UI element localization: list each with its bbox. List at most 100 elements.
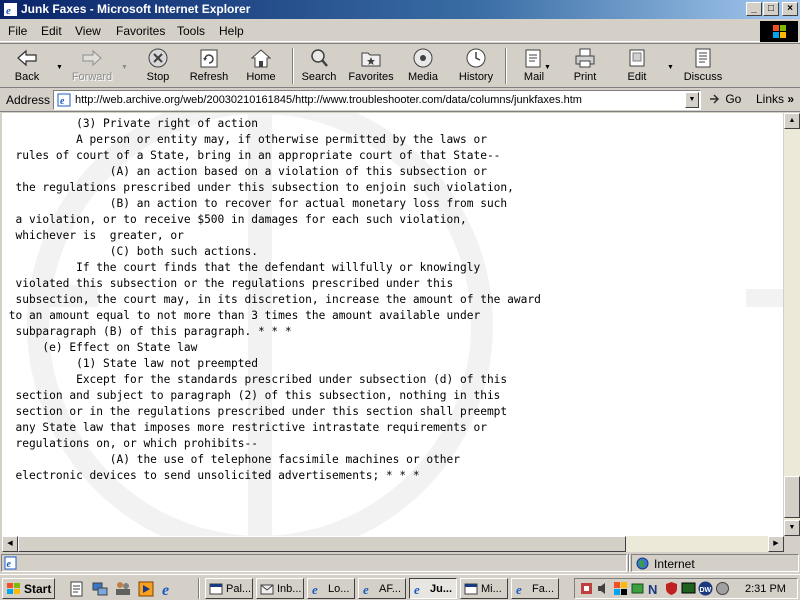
- home-button[interactable]: Home: [242, 47, 280, 87]
- document-text: (3) Private right of action A person or …: [2, 116, 783, 484]
- page-content[interactable]: (3) Private right of action A person or …: [2, 113, 783, 536]
- refresh-button[interactable]: Refresh: [186, 47, 232, 87]
- go-button[interactable]: Go: [708, 92, 741, 106]
- back-arrow-icon: [17, 49, 37, 67]
- stop-button[interactable]: Stop: [140, 47, 176, 87]
- start-button[interactable]: Start: [2, 578, 55, 599]
- document-line: regulations on, or which prohibits--: [2, 437, 258, 450]
- forward-arrow-icon: [82, 49, 102, 67]
- title-bar[interactable]: e Junk Faxes - Microsoft Internet Explor…: [0, 0, 800, 19]
- discuss-button[interactable]: Discuss: [680, 47, 726, 87]
- document-line: section and subject to paragraph (2) of …: [2, 389, 501, 402]
- toolbar-separator: [292, 48, 294, 84]
- vertical-scroll-thumb[interactable]: [784, 476, 800, 518]
- task-button-af[interactable]: e AF...: [358, 578, 406, 599]
- menu-tools[interactable]: Tools: [177, 24, 205, 38]
- document-line: (e) Effect on State law: [2, 341, 198, 354]
- print-button[interactable]: Print: [567, 47, 603, 87]
- task-button-mi[interactable]: Mi...: [460, 578, 508, 599]
- svg-text:e: e: [162, 582, 169, 598]
- internet-explorer-quicklaunch-icon[interactable]: e: [160, 580, 178, 598]
- tray-network-icon[interactable]: [630, 581, 645, 596]
- status-pane: [628, 554, 630, 572]
- stop-icon: [148, 48, 168, 68]
- edit-dropdown-icon[interactable]: ▼: [667, 64, 674, 71]
- document-line: any State law that imposes more restrict…: [2, 421, 487, 434]
- menu-view[interactable]: View: [75, 24, 101, 38]
- tray-norton-icon[interactable]: N: [647, 581, 662, 596]
- zone-label: Internet: [654, 557, 695, 571]
- tray-speaker-icon[interactable]: [715, 581, 730, 596]
- svg-text:e: e: [363, 582, 369, 596]
- close-button[interactable]: ×: [782, 2, 798, 16]
- horizontal-scroll-thumb[interactable]: [18, 536, 626, 552]
- document-line: (1) State law not preempted: [2, 357, 258, 370]
- menu-favorites[interactable]: Favorites: [116, 24, 165, 38]
- tray-color-icon[interactable]: [613, 581, 628, 596]
- mail-dropdown-icon[interactable]: ▼: [544, 64, 551, 71]
- tray-app-icon[interactable]: [579, 581, 594, 596]
- media-button[interactable]: Media: [404, 47, 442, 87]
- task-button-pal[interactable]: Pal...: [205, 578, 253, 599]
- vertical-scrollbar[interactable]: ▲ ▼: [784, 113, 800, 536]
- network-quicklaunch-icon[interactable]: [91, 580, 109, 598]
- window-title: Junk Faxes - Microsoft Internet Explorer: [21, 2, 251, 16]
- svg-text:e: e: [312, 582, 318, 596]
- media-player-quicklaunch-icon[interactable]: [137, 580, 155, 598]
- forward-button[interactable]: Forward: [68, 47, 116, 87]
- page-icon: e: [57, 93, 71, 107]
- document-line: If the court finds that the defendant wi…: [2, 261, 481, 274]
- scrollbar-corner: [784, 536, 800, 552]
- scroll-down-icon[interactable]: ▼: [784, 520, 800, 536]
- history-button[interactable]: History: [454, 47, 498, 87]
- scroll-right-icon[interactable]: ▶: [768, 536, 784, 552]
- task-button-inbox[interactable]: Inb...: [256, 578, 304, 599]
- forward-dropdown-icon[interactable]: ▼: [121, 64, 128, 71]
- status-bar: e Internet: [0, 553, 800, 573]
- notepad-quicklaunch-icon[interactable]: [68, 580, 86, 598]
- svg-text:DW: DW: [700, 587, 712, 594]
- scroll-up-icon[interactable]: ▲: [784, 113, 800, 129]
- search-button[interactable]: Search: [298, 47, 340, 87]
- window-icon: [209, 583, 223, 595]
- address-dropdown-icon[interactable]: ▼: [685, 92, 699, 108]
- task-button-junk-faxes[interactable]: e Ju...: [409, 578, 457, 599]
- document-line: Except for the standards prescribed unde…: [2, 373, 508, 386]
- task-button-lo[interactable]: e Lo...: [307, 578, 355, 599]
- security-zone: Internet: [631, 554, 799, 572]
- favorites-button[interactable]: Favorites: [346, 47, 396, 87]
- minimize-button[interactable]: _: [746, 2, 762, 16]
- people-quicklaunch-icon[interactable]: [114, 580, 132, 598]
- address-bar: Address e http://web.archive.org/web/200…: [0, 88, 800, 112]
- horizontal-scrollbar[interactable]: ◀ ▶: [2, 536, 784, 552]
- menu-help[interactable]: Help: [219, 24, 244, 38]
- printer-icon: [575, 48, 595, 68]
- clock[interactable]: 2:31 PM: [745, 583, 786, 595]
- task-button-fa[interactable]: e Fa...: [511, 578, 559, 599]
- back-button[interactable]: Back: [6, 47, 48, 87]
- volume-icon[interactable]: [596, 581, 611, 596]
- document-line: (B) an action to recover for actual mone…: [2, 197, 508, 210]
- document-line: the regulations prescribed under this su…: [2, 181, 514, 194]
- menu-edit[interactable]: Edit: [41, 24, 62, 38]
- search-icon: [311, 49, 328, 67]
- toolbar-separator: [505, 48, 507, 84]
- go-arrow-icon: [710, 94, 720, 104]
- back-dropdown-icon[interactable]: ▼: [56, 64, 63, 71]
- scroll-left-icon[interactable]: ◀: [2, 536, 18, 552]
- edit-button[interactable]: Edit: [620, 47, 654, 87]
- menu-bar: File Edit View Favorites Tools Help: [0, 20, 800, 42]
- tray-shield-icon[interactable]: [664, 581, 679, 596]
- tray-monitor-icon[interactable]: [681, 581, 696, 596]
- document-line: (C) both such actions.: [2, 245, 258, 258]
- media-icon: [413, 48, 433, 68]
- svg-text:e: e: [6, 5, 11, 17]
- address-input[interactable]: e http://web.archive.org/web/20030210161…: [53, 90, 701, 110]
- discuss-icon: [695, 48, 711, 68]
- tray-dw-icon[interactable]: DW: [698, 581, 713, 596]
- maximize-button[interactable]: □: [763, 2, 779, 16]
- menu-file[interactable]: File: [8, 24, 27, 38]
- links-button[interactable]: Links »: [756, 92, 794, 106]
- favorites-folder-icon: [361, 52, 381, 67]
- svg-text:e: e: [7, 559, 12, 570]
